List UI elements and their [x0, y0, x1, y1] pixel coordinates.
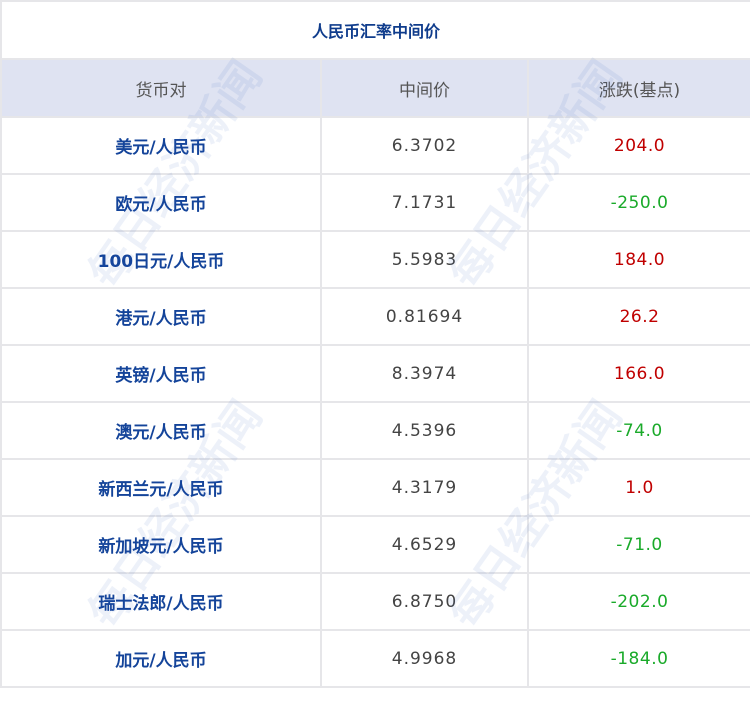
mid-price-cell: 4.6529	[320, 515, 529, 574]
mid-price-cell: 6.3702	[320, 116, 529, 175]
table-row: 新加坡元/人民币 4.6529 -71.0	[0, 515, 750, 574]
currency-pair-cell: 新西兰元/人民币	[0, 458, 322, 517]
mid-price-cell: 6.8750	[320, 572, 529, 631]
table-title: 人民币汇率中间价	[0, 0, 750, 60]
table-title-row: 人民币汇率中间价	[0, 0, 750, 60]
exchange-rate-table: 人民币汇率中间价 货币对 中间价 涨跌(基点) 美元/人民币 6.3702 204.…	[0, 0, 750, 688]
change-cell: 1.0	[526, 458, 750, 517]
currency-pair-cell: 港元/人民币	[0, 287, 322, 346]
currency-pair-cell: 美元/人民币	[0, 116, 322, 175]
change-cell: -184.0	[526, 629, 750, 688]
currency-pair-cell: 欧元/人民币	[0, 173, 322, 232]
change-cell: 204.0	[526, 116, 750, 175]
mid-price-cell: 4.3179	[320, 458, 529, 517]
table-row: 欧元/人民币 7.1731 -250.0	[0, 173, 750, 232]
currency-pair-cell: 澳元/人民币	[0, 401, 322, 460]
table-row: 港元/人民币 0.81694 26.2	[0, 287, 750, 346]
table-header-row: 货币对 中间价 涨跌(基点)	[0, 58, 750, 118]
currency-pair-cell: 100日元/人民币	[0, 230, 322, 289]
change-cell: 26.2	[526, 287, 750, 346]
change-cell: -74.0	[526, 401, 750, 460]
table-row: 美元/人民币 6.3702 204.0	[0, 116, 750, 175]
mid-price-cell: 4.9968	[320, 629, 529, 688]
table-row: 英镑/人民币 8.3974 166.0	[0, 344, 750, 403]
currency-pair-cell: 新加坡元/人民币	[0, 515, 322, 574]
mid-price-cell: 4.5396	[320, 401, 529, 460]
change-cell: -202.0	[526, 572, 750, 631]
mid-price-cell: 7.1731	[320, 173, 529, 232]
change-cell: -71.0	[526, 515, 750, 574]
table-row: 100日元/人民币 5.5983 184.0	[0, 230, 750, 289]
change-cell: -250.0	[526, 173, 750, 232]
currency-pair-cell: 加元/人民币	[0, 629, 322, 688]
mid-price-cell: 8.3974	[320, 344, 529, 403]
change-cell: 184.0	[526, 230, 750, 289]
mid-price-cell: 5.5983	[320, 230, 529, 289]
table-row: 澳元/人民币 4.5396 -74.0	[0, 401, 750, 460]
mid-price-cell: 0.81694	[320, 287, 529, 346]
table-row: 新西兰元/人民币 4.3179 1.0	[0, 458, 750, 517]
header-mid-price: 中间价	[320, 58, 529, 118]
currency-pair-cell: 瑞士法郎/人民币	[0, 572, 322, 631]
change-cell: 166.0	[526, 344, 750, 403]
currency-pair-cell: 英镑/人民币	[0, 344, 322, 403]
table-row: 瑞士法郎/人民币 6.8750 -202.0	[0, 572, 750, 631]
header-currency-pair: 货币对	[0, 58, 322, 118]
header-change-bp: 涨跌(基点)	[526, 58, 750, 118]
table-row: 加元/人民币 4.9968 -184.0	[0, 629, 750, 688]
